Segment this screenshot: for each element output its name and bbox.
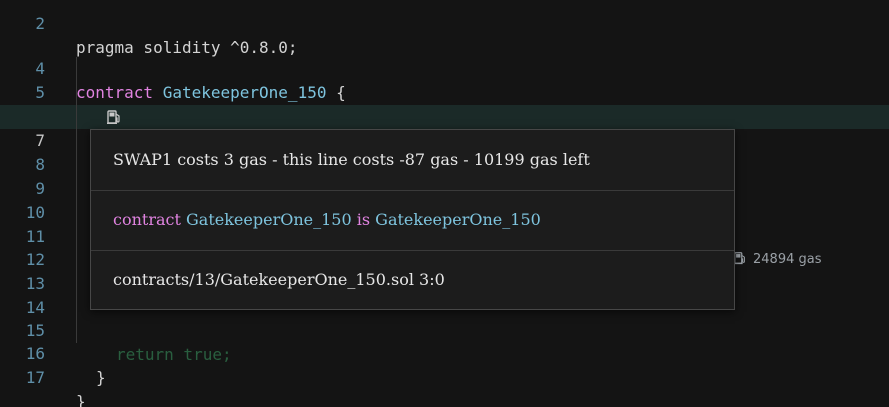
contract-keyword: contract bbox=[113, 210, 181, 229]
code-line-4[interactable]: 4 contract GatekeeperOne_150 { bbox=[0, 33, 889, 102]
hover-contract-signature: contract GatekeeperOne_150 is Gatekeeper… bbox=[91, 190, 734, 250]
code-line-2[interactable]: 2 pragma solidity ^0.8.0; bbox=[0, 0, 889, 57]
closing-brace: } bbox=[96, 368, 106, 387]
hover-source-location: contracts/13/GatekeeperOne_150.sol 3:0 bbox=[113, 270, 445, 289]
code-line-17[interactable]: 17 } bbox=[0, 342, 889, 407]
closing-brace: } bbox=[76, 392, 86, 407]
code-line-7[interactable]: 7 bbox=[0, 105, 889, 150]
indent-guide bbox=[76, 57, 77, 343]
contract-name: GatekeeperOne_150 bbox=[186, 210, 352, 229]
hover-opcode-info: SWAP1 costs 3 gas - this line costs -87 … bbox=[113, 150, 590, 169]
code-editor[interactable]: 2 pragma solidity ^0.8.0; 4 contract Gat… bbox=[0, 0, 889, 407]
line-number: 17 bbox=[25, 368, 45, 387]
gas-pump-icon bbox=[733, 252, 745, 265]
parent-contract-name: GatekeeperOne_150 bbox=[375, 210, 541, 229]
gas-hint-text: 24894 gas bbox=[753, 252, 822, 267]
is-keyword: is bbox=[356, 210, 371, 229]
code-line-16[interactable]: 16 } bbox=[0, 318, 889, 387]
hover-tooltip: SWAP1 costs 3 gas - this line costs -87 … bbox=[90, 129, 735, 310]
gas-cost-hint: 24894 gas bbox=[733, 249, 821, 271]
gas-pump-icon[interactable] bbox=[106, 109, 122, 125]
code-line-5[interactable]: 5 bbox=[0, 57, 889, 102]
code-line-6[interactable]: 6 address public entrant; bbox=[0, 81, 889, 150]
